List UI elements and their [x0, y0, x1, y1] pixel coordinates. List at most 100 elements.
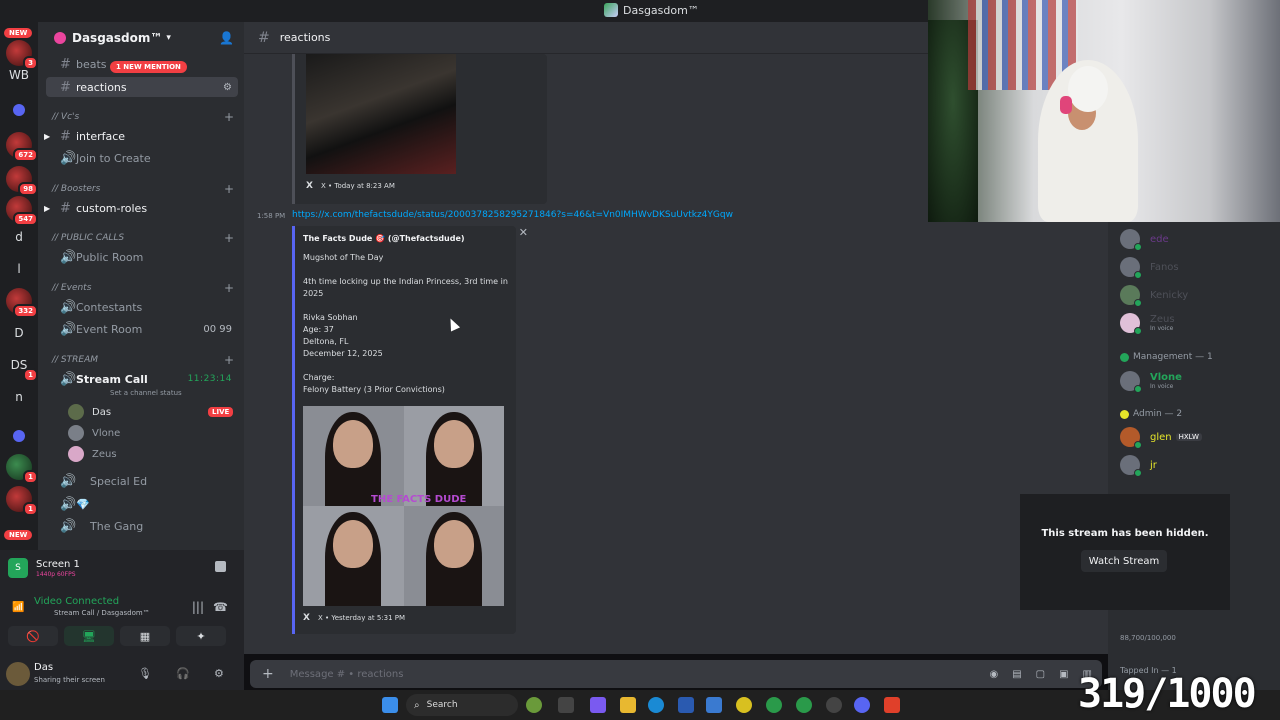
- discord-icon[interactable]: [854, 697, 870, 713]
- voice-status[interactable]: Video Connected: [34, 596, 119, 607]
- voice-user-zeus[interactable]: Zeus: [68, 444, 117, 464]
- set-channel-status[interactable]: Set a channel status: [110, 389, 182, 397]
- member-zeus[interactable]: Zeus In voice: [1120, 310, 1175, 336]
- app-icon[interactable]: [736, 697, 752, 713]
- close-icon[interactable]: ✕: [519, 226, 528, 239]
- headphones-icon[interactable]: 🎧: [176, 667, 190, 680]
- watch-stream-button[interactable]: Watch Stream: [1081, 550, 1167, 572]
- settings-gear-icon[interactable]: ⚙: [223, 82, 232, 93]
- category-public-calls[interactable]: // PUBLIC CALLS +: [52, 230, 234, 246]
- stop-share-icon[interactable]: [215, 561, 226, 572]
- camera-off-button[interactable]: 🚫: [8, 626, 58, 646]
- app-icon[interactable]: [884, 697, 900, 713]
- plus-icon[interactable]: +: [224, 110, 234, 124]
- member-ede[interactable]: ede: [1120, 226, 1169, 252]
- server-icon-5[interactable]: 332: [6, 288, 38, 318]
- gift-icon[interactable]: ◉: [989, 669, 998, 680]
- channel-custom-roles[interactable]: ▶ # custom-roles: [44, 198, 238, 218]
- disconnect-icon[interactable]: ☎: [213, 600, 228, 614]
- message-composer[interactable]: + Message # • reactions ◉ ▤ ▢ ▣ ▥: [250, 660, 1102, 688]
- server-icon-3[interactable]: 98: [6, 166, 38, 196]
- channel-interface[interactable]: ▶ # interface: [44, 126, 238, 146]
- channel-contestants[interactable]: 🔊 Contestants: [46, 297, 238, 317]
- mugshot-image[interactable]: [403, 406, 504, 506]
- composer-placeholder[interactable]: Message # • reactions: [290, 669, 404, 680]
- activities-button[interactable]: ▦: [120, 626, 170, 646]
- emoji-icon[interactable]: ▣: [1059, 669, 1068, 680]
- server-icon-6[interactable]: 1: [6, 454, 38, 484]
- edge-icon[interactable]: [648, 697, 664, 713]
- embed-author[interactable]: The Facts Dude 🎯 (@Thefactsdude): [303, 234, 465, 243]
- mugshot-image[interactable]: [303, 406, 404, 506]
- server-l[interactable]: l: [6, 256, 32, 282]
- screen-share-button[interactable]: 🖥: [64, 626, 114, 646]
- app-icon[interactable]: [526, 697, 542, 713]
- attach-plus-icon[interactable]: +: [262, 666, 274, 682]
- plus-icon[interactable]: +: [224, 353, 234, 367]
- microphone-icon[interactable]: 🎙: [138, 667, 152, 680]
- channel-event-room[interactable]: 🔊 Event Room 00 99: [46, 319, 238, 339]
- member-glen[interactable]: glen HXLW: [1120, 424, 1202, 450]
- server-icon-7[interactable]: 1: [6, 486, 38, 516]
- guild-name: Dasgasdom™: [72, 31, 163, 45]
- category-vcs[interactable]: // Vc's +: [52, 109, 234, 125]
- mugshot-image[interactable]: [303, 506, 404, 606]
- channel-join-to-create[interactable]: 🔊 Join to Create: [46, 148, 238, 168]
- mugshot-image[interactable]: [403, 506, 504, 606]
- server-icon-2[interactable]: 672: [6, 132, 38, 162]
- server-ds[interactable]: DS 1: [6, 352, 38, 382]
- noise-suppression-icon[interactable]: |||: [192, 600, 204, 614]
- app-icon[interactable]: [706, 697, 722, 713]
- voice-channel[interactable]: Stream Call / Dasgasdom™: [54, 609, 150, 617]
- embed-image-grid[interactable]: THE FACTS DUDE: [303, 406, 504, 606]
- member-kenicky[interactable]: Kenicky: [1120, 282, 1188, 308]
- server-d[interactable]: d: [6, 224, 32, 250]
- channel-diamond[interactable]: 🔊 💎: [46, 494, 238, 514]
- new-mention-pill[interactable]: 1 NEW MENTION: [110, 61, 187, 73]
- voice-user-vlone[interactable]: Vlone: [68, 423, 120, 443]
- plus-icon[interactable]: +: [224, 182, 234, 196]
- folder-icon-2[interactable]: [13, 430, 25, 442]
- channel-public-room[interactable]: 🔊 Public Room: [46, 247, 238, 267]
- channel-special-ed[interactable]: 🔊 Special Ed: [46, 471, 238, 491]
- guild-header[interactable]: Dasgasdom™ ▾ 👤: [38, 22, 244, 54]
- screen-share-title: Screen 1: [36, 559, 80, 570]
- chrome-icon[interactable]: [766, 697, 782, 713]
- sticker-icon[interactable]: ▢: [1036, 669, 1045, 680]
- member-fanos[interactable]: Fanos: [1120, 254, 1179, 280]
- category-stream[interactable]: // STREAM +: [52, 352, 234, 368]
- server-icon-4[interactable]: 547: [6, 196, 38, 226]
- store-icon[interactable]: [678, 697, 694, 713]
- channel-reactions[interactable]: # reactions ⚙: [46, 77, 238, 97]
- voice-user-das[interactable]: Das: [68, 402, 111, 422]
- windows-start-icon[interactable]: [382, 697, 398, 713]
- channel-stream-call[interactable]: 🔊 Stream Call 11:23:14: [46, 369, 238, 389]
- message-link[interactable]: https://x.com/thefactsdude/status/200037…: [292, 210, 733, 220]
- folder-icon[interactable]: [13, 104, 25, 116]
- avatar[interactable]: [6, 662, 30, 686]
- soundboard-button[interactable]: ✦: [176, 626, 226, 646]
- taskbar-search[interactable]: ⌕ Search: [406, 694, 518, 716]
- app-icon[interactable]: [826, 697, 842, 713]
- embed-image[interactable]: [306, 54, 456, 174]
- chrome-icon[interactable]: [796, 697, 812, 713]
- x-logo-icon: X: [303, 613, 310, 623]
- category-events[interactable]: // Events +: [52, 280, 234, 296]
- new-pill-bottom[interactable]: NEW: [4, 530, 33, 540]
- member-jr[interactable]: jr: [1120, 452, 1157, 478]
- plus-icon[interactable]: +: [224, 281, 234, 295]
- server-wb[interactable]: WB: [6, 62, 32, 88]
- channel-the-gang[interactable]: 🔊 The Gang: [46, 516, 238, 536]
- server-D[interactable]: D: [6, 320, 32, 346]
- folder-icon[interactable]: [620, 697, 636, 713]
- app-icon[interactable]: [590, 697, 606, 713]
- taskview-icon[interactable]: [558, 697, 574, 713]
- server-n[interactable]: n: [6, 384, 32, 410]
- plus-icon[interactable]: +: [224, 231, 234, 245]
- category-boosters[interactable]: // Boosters +: [52, 181, 234, 197]
- invite-icon[interactable]: 👤: [219, 31, 234, 45]
- gear-icon[interactable]: ⚙: [214, 667, 224, 680]
- new-pill-top[interactable]: NEW: [4, 28, 33, 38]
- member-vlone[interactable]: Vlone In voice: [1120, 368, 1182, 394]
- gif-icon[interactable]: ▤: [1012, 669, 1021, 680]
